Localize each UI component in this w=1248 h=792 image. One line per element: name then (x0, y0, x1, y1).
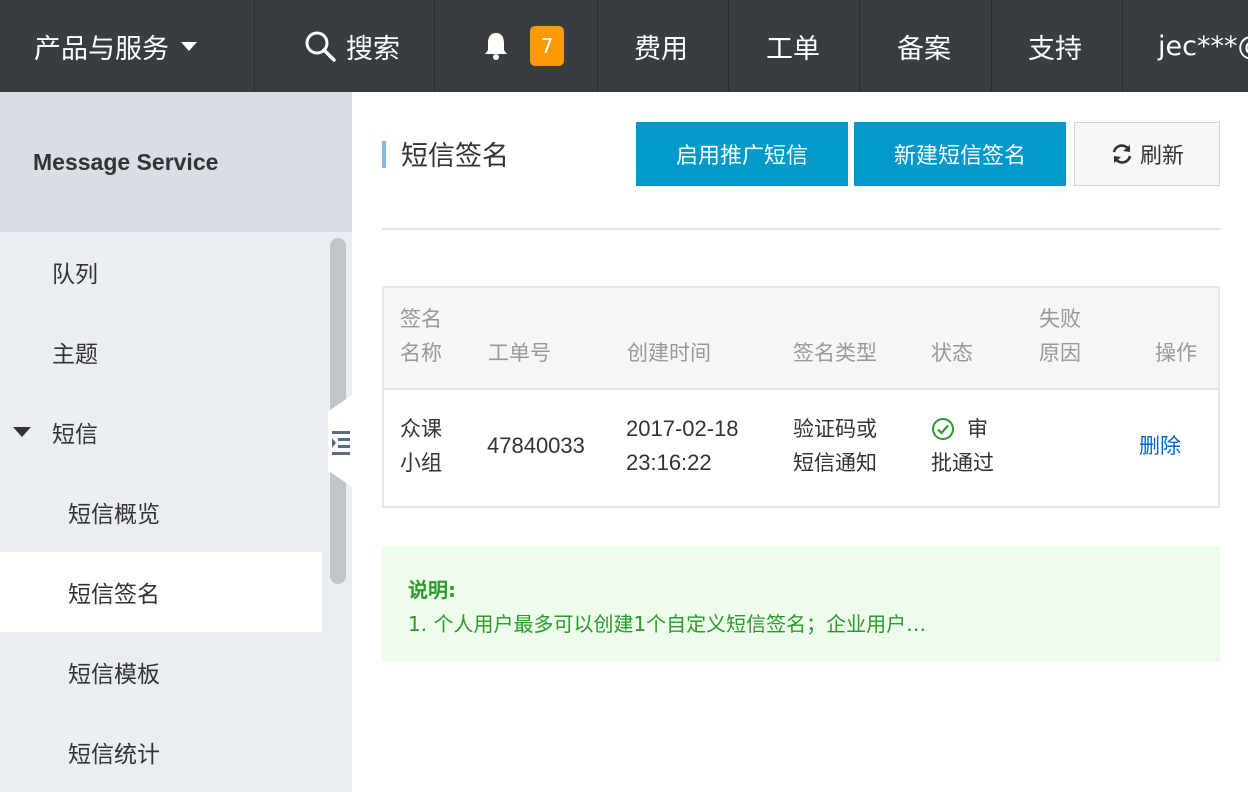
divider (728, 0, 729, 92)
sidebar-item-label: 主题 (52, 342, 98, 368)
user-account-menu[interactable]: jec***@ (1158, 0, 1248, 92)
sidebar-item-sms-template[interactable]: 短信模板 (0, 632, 322, 712)
support-label: 支持 (1028, 33, 1082, 65)
user-name: jec***@ (1158, 30, 1248, 62)
column-header-status: 状态 (931, 341, 973, 365)
check-circle-icon (932, 418, 954, 440)
column-header-name: 签名 名称 (400, 307, 442, 365)
search-icon (305, 31, 336, 62)
cell-signature-name: 众课 小组 (400, 417, 442, 475)
signature-table: 签名 名称 工单号 创建时间 签名类型 状态 失败 原因 操作 众课 小组 47… (382, 286, 1220, 508)
page-title: 短信签名 (401, 141, 509, 172)
divider (597, 0, 598, 92)
sidebar-item-label: 短信概览 (68, 502, 160, 528)
chevron-down-icon (181, 41, 197, 51)
bell-icon (485, 33, 507, 60)
sidebar-item-label: 短信模板 (68, 662, 160, 688)
delete-link[interactable]: 删除 (1139, 429, 1181, 463)
sidebar-item-label: 短信统计 (68, 742, 160, 768)
sidebar: Message Service 队列 主题 短信 短信概览 短信签名 短信模板 … (0, 92, 352, 792)
top-navigation-bar: 产品与服务 搜索 7 费用 工单 备案 支持 jec***@ (0, 0, 1248, 92)
fees-label: 费用 (634, 33, 688, 65)
divider (859, 0, 860, 92)
sidebar-item-label: 短信签名 (68, 582, 160, 608)
sidebar-item-sms-statistics[interactable]: 短信统计 (0, 712, 322, 792)
sidebar-item-sms-overview[interactable]: 短信概览 (0, 472, 322, 552)
tickets-label: 工单 (766, 33, 820, 65)
products-services-menu[interactable]: 产品与服务 (34, 0, 197, 92)
sidebar-item-label: 短信 (52, 422, 98, 448)
caret-down-icon (13, 427, 31, 437)
sidebar-item-label: 队列 (52, 262, 98, 288)
cell-created-time: 2017-02-18 23:16:22 (626, 416, 739, 475)
refresh-button[interactable]: 刷新 (1074, 122, 1220, 186)
enable-promo-sms-button[interactable]: 启用推广短信 (636, 122, 848, 186)
search-label: 搜索 (346, 33, 400, 65)
sidebar-item-sms-signature[interactable]: 短信签名 (0, 552, 322, 632)
table-header: 签名 名称 工单号 创建时间 签名类型 状态 失败 原因 操作 (384, 288, 1218, 390)
sidebar-title: Message Service (0, 92, 352, 232)
fees-menu[interactable]: 费用 (634, 0, 688, 92)
support-menu[interactable]: 支持 (1028, 0, 1082, 92)
divider (991, 0, 992, 92)
title-accent-bar (382, 141, 386, 168)
sidebar-item-sms[interactable]: 短信 (0, 392, 322, 472)
refresh-label: 刷新 (1139, 143, 1184, 168)
refresh-icon (1112, 144, 1132, 164)
column-header-fail-reason: 失败 原因 (1039, 307, 1081, 365)
column-header-action: 操作 (1155, 341, 1197, 365)
divider (434, 0, 435, 92)
filing-label: 备案 (897, 33, 951, 65)
cell-status: 审 批通过 (931, 417, 994, 475)
column-header-ticket: 工单号 (488, 341, 551, 365)
column-header-type: 签名类型 (793, 341, 877, 365)
search-button[interactable]: 搜索 (304, 0, 400, 92)
notice-text: 1. 个人用户最多可以创建1个自定义短信签名；企业用户… (408, 612, 927, 636)
sidebar-item-queue[interactable]: 队列 (0, 232, 322, 312)
notice-title: 说明: (408, 578, 456, 602)
notifications-button[interactable]: 7 (482, 0, 564, 92)
tickets-menu[interactable]: 工单 (766, 0, 820, 92)
filing-menu[interactable]: 备案 (897, 0, 951, 92)
products-services-label: 产品与服务 (34, 33, 169, 65)
sidebar-item-topic[interactable]: 主题 (0, 312, 322, 392)
notification-count-badge: 7 (530, 26, 564, 66)
divider (1122, 0, 1123, 92)
divider (382, 228, 1220, 230)
new-sms-signature-button[interactable]: 新建短信签名 (854, 122, 1066, 186)
cell-signature-type: 验证码或 短信通知 (793, 417, 877, 475)
cell-ticket-number: 47840033 (487, 433, 585, 458)
notice-panel: 说明: 1. 个人用户最多可以创建1个自定义短信签名；企业用户… (382, 546, 1220, 662)
divider (254, 0, 255, 92)
collapse-sidebar-icon (332, 431, 350, 455)
column-header-created: 创建时间 (627, 341, 711, 365)
